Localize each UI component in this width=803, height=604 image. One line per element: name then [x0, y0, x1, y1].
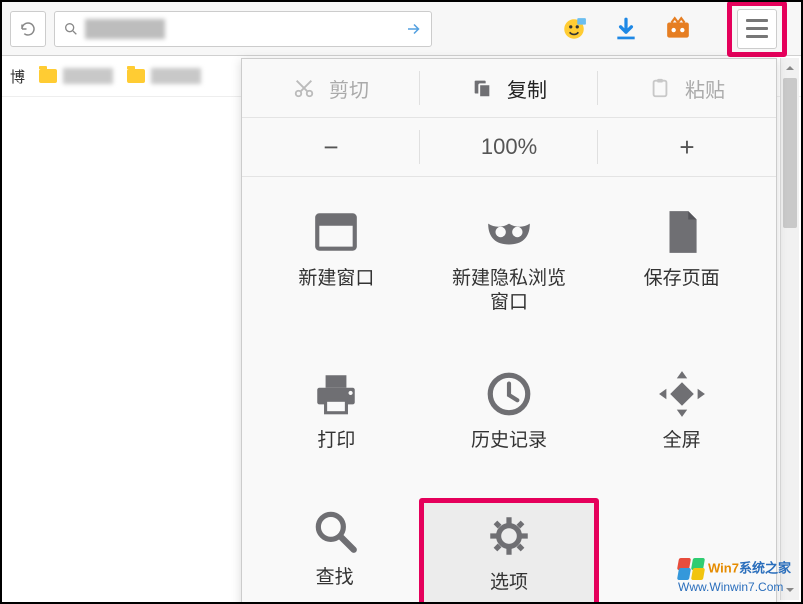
bookmark-item[interactable]: 博 — [10, 66, 25, 87]
cut-button[interactable]: 剪切 — [242, 59, 420, 117]
save-page-button[interactable]: 保存页面 — [595, 199, 768, 329]
bookmark-item[interactable] — [39, 68, 113, 84]
app-menu-panel: 剪切 复制 粘贴 − 100% + 新建窗口 — [241, 58, 777, 604]
reload-button[interactable] — [10, 11, 46, 47]
zoom-in-button[interactable]: + — [598, 118, 776, 176]
scissors-icon — [293, 77, 315, 99]
windows-flag-icon — [678, 558, 704, 580]
history-button[interactable]: 历史记录 — [423, 361, 596, 467]
search-value-blurred — [85, 19, 165, 39]
folder-icon — [127, 69, 145, 83]
new-window-button[interactable]: 新建窗口 — [250, 199, 423, 329]
mask-icon — [484, 207, 534, 257]
clock-icon — [484, 369, 534, 419]
fullscreen-icon — [657, 369, 707, 419]
copy-label: 复制 — [507, 74, 547, 103]
cut-label: 剪切 — [329, 74, 369, 103]
copy-button[interactable]: 复制 — [420, 59, 598, 117]
bookmark-item[interactable] — [127, 68, 201, 84]
search-go-icon[interactable] — [405, 20, 423, 38]
label: 全屏 — [663, 429, 701, 453]
addon-icon-1[interactable] — [561, 16, 587, 42]
label: 选项 — [490, 571, 528, 595]
copy-icon — [471, 77, 493, 99]
label: 查找 — [316, 566, 354, 590]
label: 历史记录 — [471, 429, 547, 453]
watermark: Win7系统之家 Www.Winwin7.Com — [678, 558, 791, 596]
page-icon — [657, 207, 707, 257]
window-icon — [311, 207, 361, 257]
paste-label: 粘贴 — [685, 74, 725, 103]
clipboard-icon — [649, 77, 671, 99]
scroll-thumb[interactable] — [783, 78, 797, 228]
menu-grid-1: 新建窗口 新建隐私浏览 窗口 保存页面 — [242, 177, 776, 339]
search-icon — [63, 21, 79, 37]
browser-window: 博 剪切 复制 粘贴 − 10 — [0, 0, 803, 604]
fullscreen-button[interactable]: 全屏 — [595, 361, 768, 467]
new-private-window-button[interactable]: 新建隐私浏览 窗口 — [423, 199, 596, 329]
toolbar-icons — [561, 1, 793, 57]
zoom-level: 100% — [420, 118, 598, 176]
find-button[interactable]: 查找 — [250, 498, 419, 604]
label: 保存页面 — [644, 267, 720, 291]
label: 新建隐私浏览 窗口 — [452, 267, 566, 315]
gear-icon — [484, 511, 534, 561]
scrollbar[interactable] — [780, 58, 799, 600]
menu-grid-2: 打印 历史记录 全屏 — [242, 339, 776, 477]
scroll-up-arrow[interactable] — [781, 58, 799, 78]
zoom-out-button[interactable]: − — [242, 118, 420, 176]
search-input[interactable] — [54, 11, 432, 47]
options-button[interactable]: 选项 — [419, 498, 598, 604]
label: 打印 — [317, 429, 355, 453]
folder-icon — [39, 69, 57, 83]
zoom-row: − 100% + — [242, 118, 776, 177]
paste-button[interactable]: 粘贴 — [598, 59, 776, 117]
magnifier-icon — [310, 506, 360, 556]
label: 新建窗口 — [298, 267, 374, 291]
print-button[interactable]: 打印 — [250, 361, 423, 467]
edit-row: 剪切 复制 粘贴 — [242, 59, 776, 118]
downloads-icon[interactable] — [613, 16, 639, 42]
toolbar — [2, 2, 801, 56]
addon-icon-2[interactable] — [665, 16, 691, 42]
printer-icon — [311, 369, 361, 419]
menu-button[interactable] — [737, 9, 777, 49]
menu-button-highlight — [727, 1, 787, 57]
